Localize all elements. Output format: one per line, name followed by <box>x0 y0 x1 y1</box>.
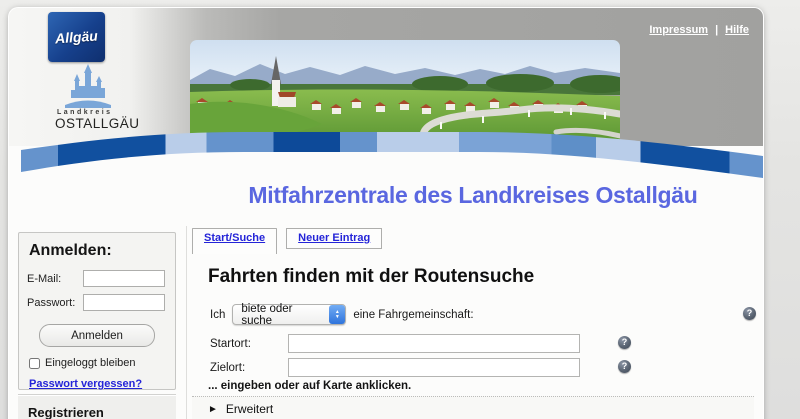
password-label: Passwort: <box>27 297 83 309</box>
login-panel: Anmelden: E-Mail: Passwort: Anmelden Ein… <box>18 232 176 390</box>
impressum-link[interactable]: Impressum <box>649 24 708 36</box>
ribbon-decoration <box>9 126 763 188</box>
mode-select[interactable]: biete oder suche ▲▼ <box>232 304 346 325</box>
erweitert-toggle[interactable]: ► Erweitert <box>192 396 754 419</box>
zielort-input[interactable] <box>288 358 580 377</box>
landkreis-logo: Landkreis OSTALLGÄU <box>55 64 151 131</box>
stay-logged-in-checkbox[interactable] <box>29 358 40 369</box>
allgaeu-logo-text: Allgäu <box>55 28 99 47</box>
header-links: Impressum | Hilfe <box>649 24 749 36</box>
hilfe-link[interactable]: Hilfe <box>725 24 749 36</box>
tab-neuer-eintrag[interactable]: Neuer Eintrag <box>286 228 382 249</box>
help-icon-startort[interactable]: ? <box>618 336 631 349</box>
tab-start-suche-label[interactable]: Start/Suche <box>204 232 265 244</box>
tab-start-suche[interactable]: Start/Suche <box>192 228 277 254</box>
startort-row: Startort: <box>210 334 580 353</box>
password-field[interactable] <box>83 294 165 311</box>
link-separator: | <box>715 24 718 36</box>
register-section-title[interactable]: Registrieren <box>28 405 176 419</box>
mode-row: Ich biete oder suche ▲▼ eine Fahrgemeins… <box>210 304 474 325</box>
startort-label: Startort: <box>210 338 288 350</box>
zielort-label: Zielort: <box>210 362 288 374</box>
startort-input[interactable] <box>288 334 580 353</box>
erweitert-label: Erweitert <box>226 402 273 416</box>
zielort-row: Zielort: <box>210 358 580 377</box>
page: Allgäu Landkreis OSTALLGÄU Im <box>0 0 800 419</box>
help-icon-mode[interactable]: ? <box>743 307 756 320</box>
help-icon-zielort[interactable]: ? <box>618 360 631 373</box>
allgaeu-logo: Allgäu <box>48 12 105 62</box>
login-button[interactable]: Anmelden <box>39 324 155 347</box>
ich-label: Ich <box>210 309 225 321</box>
main-card: Allgäu Landkreis OSTALLGÄU Im <box>9 8 763 419</box>
mode-select-value: biete oder suche <box>233 303 329 327</box>
content-heading: Fahrten finden mit der Routensuche <box>208 266 534 288</box>
landkreis-label: Landkreis <box>57 109 151 116</box>
fahrgemeinschaft-label: eine Fahrgemeinschaft: <box>353 309 473 321</box>
login-title: Anmelden: <box>29 242 167 260</box>
tab-bar: Start/Suche Neuer Eintrag <box>192 228 391 254</box>
expand-arrow-icon: ► <box>208 404 218 415</box>
header-band: Allgäu Landkreis OSTALLGÄU Im <box>9 8 763 146</box>
castle-icon <box>65 64 111 108</box>
email-field[interactable] <box>83 270 165 287</box>
tab-neuer-eintrag-label[interactable]: Neuer Eintrag <box>298 232 370 244</box>
select-stepper-icon: ▲▼ <box>329 305 345 324</box>
page-title: Mitfahrzentrale des Landkreises Ostallgä… <box>192 182 754 209</box>
stay-logged-in-label: Eingeloggt bleiben <box>45 357 136 369</box>
forgot-password-link[interactable]: Passwort vergessen? <box>29 378 142 390</box>
map-hint: ... eingeben oder auf Karte anklicken. <box>208 380 411 392</box>
content-separator <box>186 226 187 419</box>
email-label: E-Mail: <box>27 273 83 285</box>
register-section: Registrieren <box>18 394 176 419</box>
